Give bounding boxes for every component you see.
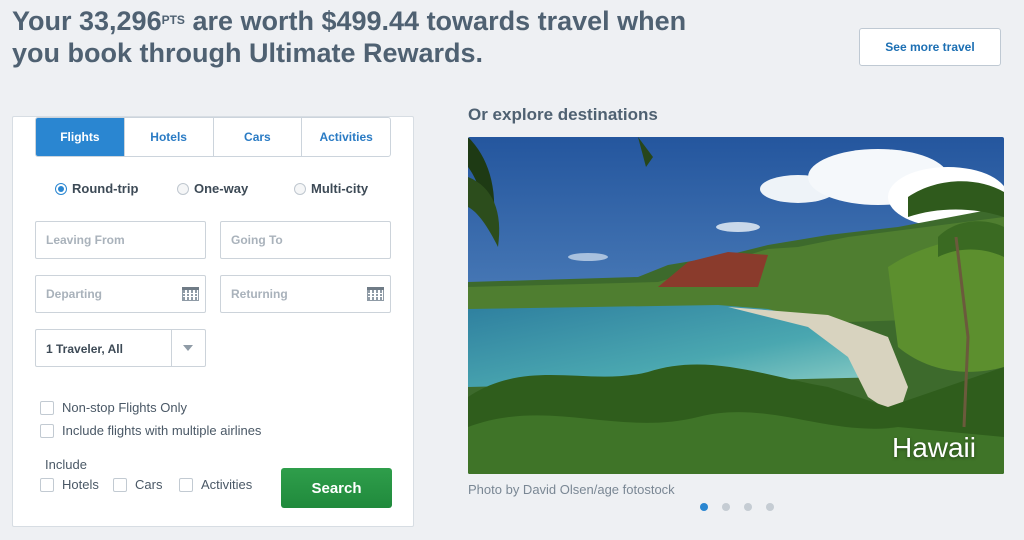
checkbox-icon <box>113 477 127 492</box>
booking-tabs: Flights Hotels Cars Activities <box>35 117 391 157</box>
pts-label: PTS <box>161 13 185 27</box>
radio-selected-icon <box>55 182 67 195</box>
destination-name: Hawaii <box>891 432 976 463</box>
tab-hotels[interactable]: Hotels <box>123 118 213 156</box>
headline-points: Your 33,296 <box>12 6 162 36</box>
travelers-select[interactable]: 1 Traveler, All <box>35 329 206 367</box>
photo-credit: Photo by David Olsen/age fotostock <box>468 482 675 497</box>
carousel-dot-2[interactable] <box>722 503 730 511</box>
multiple-airlines-label: Include flights with multiple airlines <box>62 423 262 438</box>
multi-city-radio[interactable]: Multi-city <box>294 181 368 196</box>
radio-icon <box>177 182 189 195</box>
destination-photo[interactable]: Hawaii <box>468 137 1004 474</box>
departing-placeholder: Departing <box>46 287 103 301</box>
nonstop-label: Non-stop Flights Only <box>62 400 187 415</box>
returning-placeholder: Returning <box>231 287 288 301</box>
search-button[interactable]: Search <box>281 468 392 508</box>
going-to-input[interactable]: Going To <box>220 221 391 259</box>
calendar-icon[interactable] <box>182 287 199 301</box>
include-activities-checkbox[interactable]: Activities <box>179 477 252 492</box>
headline-line2: you book through Ultimate Rewards. <box>12 38 484 68</box>
round-trip-label: Round-trip <box>72 181 139 196</box>
checkbox-icon <box>40 400 54 415</box>
see-more-travel-button[interactable]: See more travel <box>859 28 1001 66</box>
tab-activities[interactable]: Activities <box>301 118 390 156</box>
tab-cars[interactable]: Cars <box>212 118 302 156</box>
checkbox-icon <box>40 477 54 492</box>
travelers-dropdown-toggle[interactable] <box>171 330 205 366</box>
carousel-dot-4[interactable] <box>766 503 774 511</box>
include-label: Include <box>45 457 87 472</box>
chevron-down-icon <box>183 345 193 351</box>
multi-city-label: Multi-city <box>311 181 369 196</box>
explore-title: Or explore destinations <box>468 105 658 124</box>
checkbox-icon <box>40 423 54 438</box>
include-cars-checkbox[interactable]: Cars <box>113 477 162 492</box>
returning-date-input[interactable]: Returning <box>220 275 391 313</box>
include-activities-label: Activities <box>201 477 253 492</box>
tab-flights[interactable]: Flights <box>36 118 124 156</box>
trip-type-group: Round-trip One-way Multi-city <box>13 181 413 199</box>
travelers-value: 1 Traveler, All <box>46 342 123 356</box>
leaving-from-input[interactable]: Leaving From <box>35 221 206 259</box>
carousel-dots <box>700 503 774 511</box>
carousel-dot-3[interactable] <box>744 503 752 511</box>
headline-rest: are worth $499.44 towards travel when <box>184 6 687 36</box>
calendar-icon[interactable] <box>367 287 384 301</box>
round-trip-radio[interactable]: Round-trip <box>55 181 138 196</box>
include-cars-label: Cars <box>135 477 163 492</box>
checkbox-icon <box>179 477 193 492</box>
departing-date-input[interactable]: Departing <box>35 275 206 313</box>
include-hotels-checkbox[interactable]: Hotels <box>40 477 99 492</box>
nonstop-checkbox[interactable]: Non-stop Flights Only <box>40 400 187 415</box>
headline: Your 33,296PTS are worth $499.44 towards… <box>12 4 772 69</box>
hawaii-beach-image <box>468 137 1004 474</box>
one-way-radio[interactable]: One-way <box>177 181 248 196</box>
carousel-dot-1[interactable] <box>700 503 708 511</box>
multiple-airlines-checkbox[interactable]: Include flights with multiple airlines <box>40 423 261 438</box>
radio-icon <box>294 182 306 195</box>
booking-panel: Flights Hotels Cars Activities Round-tri… <box>12 116 414 527</box>
one-way-label: One-way <box>194 181 249 196</box>
include-hotels-label: Hotels <box>62 477 99 492</box>
